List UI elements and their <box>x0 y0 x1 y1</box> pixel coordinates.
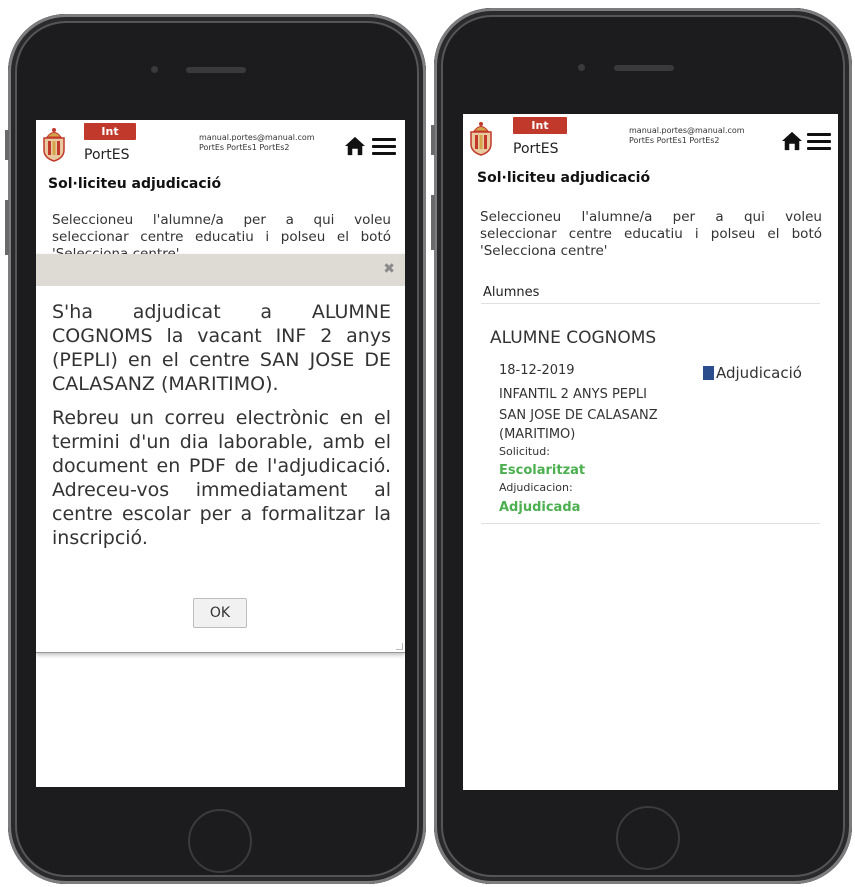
city-shield-logo-icon <box>470 122 492 156</box>
city-shield-logo-icon <box>43 128 65 162</box>
screen-left: Int PortES manual.portes@manual.com Port… <box>36 120 405 787</box>
volume-button <box>431 195 435 250</box>
user-email: manual.portes@manual.com <box>629 126 745 135</box>
adjudication-pdf-link[interactable]: Adjudicació <box>703 364 802 382</box>
dialog-titlebar: ✖ <box>36 254 405 286</box>
app-name: PortES <box>84 147 130 163</box>
ok-button[interactable]: OK <box>193 598 247 628</box>
env-badge: Int <box>84 123 136 140</box>
instructions-text: Seleccioneu l'alumne/a per a qui voleu s… <box>52 212 391 254</box>
page-title: Sol·liciteu adjudicació <box>477 170 651 186</box>
hamburger-menu-icon[interactable] <box>807 133 831 154</box>
app-header: Int PortES manual.portes@manual.com Port… <box>463 114 838 160</box>
instructions-text: Seleccioneu l'alumne/a per a qui voleu s… <box>480 209 822 259</box>
dialog-message-1: S'ha adjudicat a ALUMNE COGNOMS la vacan… <box>52 301 391 395</box>
student-name: ALUMNE COGNOMS <box>490 328 657 348</box>
page-title: Sol·liciteu adjudicació <box>48 176 222 192</box>
pdf-link-label: Adjudicació <box>716 364 802 382</box>
adjudicacion-status: Adjudicada <box>499 500 581 515</box>
resize-handle[interactable] <box>396 643 403 650</box>
pdf-file-icon <box>703 366 714 380</box>
env-badge: Int <box>513 117 567 134</box>
app-name: PortES <box>513 141 559 157</box>
students-section-label: Alumnes <box>483 285 540 300</box>
request-date: 18-12-2019 <box>499 363 575 378</box>
requested-level: INFANTIL 2 ANYS PEPLI <box>499 387 647 402</box>
volume-button <box>5 130 9 160</box>
adjudicacion-label: Adjudicacion: <box>499 481 573 494</box>
centre-name-line2: (MARITIMO) <box>499 427 576 442</box>
home-icon[interactable] <box>781 131 803 151</box>
solicitud-label: Solicitud: <box>499 445 550 458</box>
earpiece-speaker <box>614 65 674 71</box>
front-camera <box>151 66 158 73</box>
section-divider <box>481 303 820 304</box>
app-header: Int PortES manual.portes@manual.com Port… <box>36 120 405 166</box>
close-icon[interactable]: ✖ <box>383 261 395 277</box>
card-divider <box>481 523 820 524</box>
front-camera <box>578 64 585 71</box>
hamburger-menu-icon[interactable] <box>372 138 396 159</box>
centre-name-line1: SAN JOSE DE CALASANZ <box>499 408 658 423</box>
home-button[interactable] <box>188 809 252 873</box>
user-name: PortEs PortEs1 PortEs2 <box>199 143 290 152</box>
home-button[interactable] <box>616 806 680 870</box>
solicitud-status: Escolaritzat <box>499 463 586 478</box>
earpiece-speaker <box>186 67 246 73</box>
volume-button <box>5 200 9 255</box>
home-icon[interactable] <box>344 136 366 156</box>
user-name: PortEs PortEs1 PortEs2 <box>629 136 720 145</box>
volume-button <box>431 125 435 155</box>
dialog-message-2: Rebreu un correu electrònic en el termin… <box>52 407 391 549</box>
user-email: manual.portes@manual.com <box>199 133 315 142</box>
adjudication-dialog: ✖ S'ha adjudicat a ALUMNE COGNOMS la vac… <box>36 254 405 653</box>
screen-right: Int PortES manual.portes@manual.com Port… <box>463 114 838 790</box>
